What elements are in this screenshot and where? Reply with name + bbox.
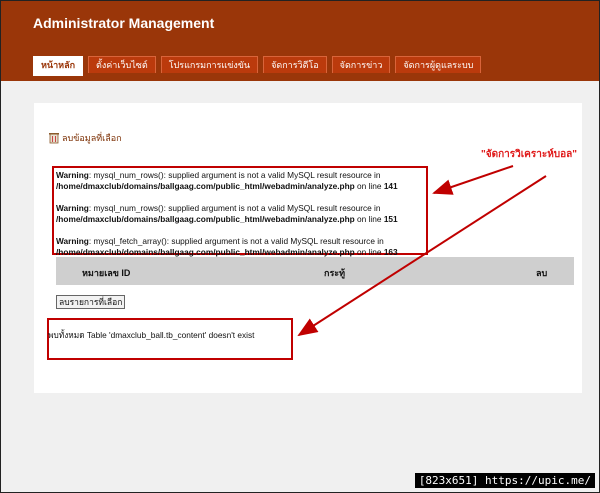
screenshot-frame: Administrator Management หน้าหลัก ตั้งค่… (0, 0, 600, 493)
arrow-to-error (297, 175, 547, 337)
image-host-watermark: [823x651] https://upic.me/ (414, 473, 595, 488)
arrow-to-warnings (432, 165, 514, 195)
annotation-arrows (297, 165, 547, 337)
